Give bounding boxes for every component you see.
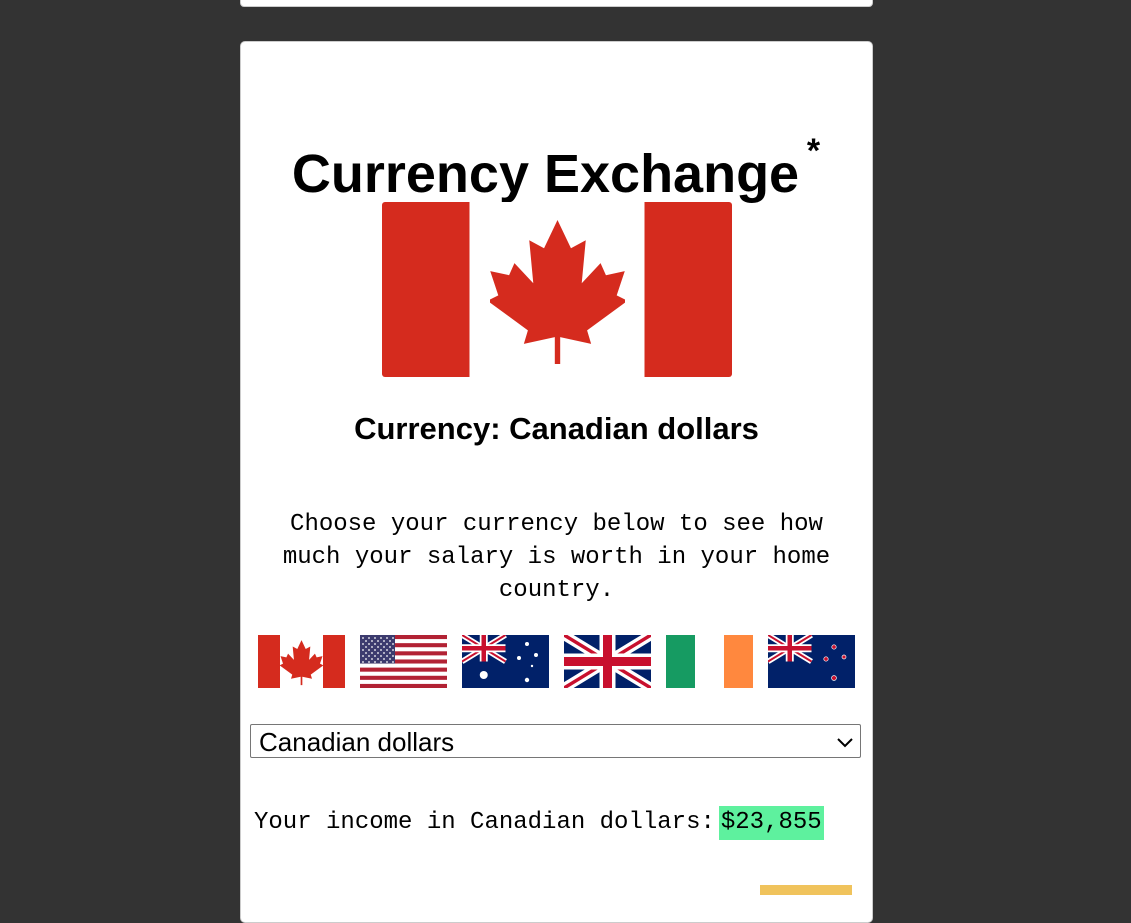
title-wrap: Currency Exchange * [241,134,872,204]
new-zealand-flag-button[interactable] [768,635,855,688]
canada-flag-icon [382,202,732,377]
income-value: $23,855 [718,806,824,840]
next-row-partial [254,885,854,895]
australia-flag-icon [462,635,549,688]
instructions-text: Choose your currency below to see how mu… [282,511,831,604]
selected-currency-label: Currency: Canadian dollars [354,411,759,446]
ireland-flag-icon [666,635,753,688]
income-row: Your income in Canadian dollars: $23,855 [254,806,824,840]
previous-card [240,0,873,7]
new-zealand-flag-icon [768,635,855,688]
ireland-flag-button[interactable] [666,635,753,688]
currency-exchange-card: Currency Exchange * Currency: Canadian do… [240,41,873,923]
uk-flag-button[interactable] [564,635,651,688]
page-title: Currency Exchange * [291,134,820,204]
uk-flag-icon [564,635,651,688]
usa-flag-icon [360,635,447,688]
usa-flag-button[interactable] [360,635,447,688]
canada-flag-button[interactable] [258,635,345,688]
canada-flag-icon [258,635,345,688]
currency-select[interactable]: Canadian dollars [250,724,861,758]
title-asterisk: * [806,132,821,170]
page-title-text: Currency Exchange [291,144,800,204]
next-value-badge [760,885,852,895]
currency-select-value: Canadian dollars [259,727,455,757]
australia-flag-button[interactable] [462,635,549,688]
chevron-down-icon [836,733,854,756]
income-label: Your income in Canadian dollars: [254,809,715,836]
